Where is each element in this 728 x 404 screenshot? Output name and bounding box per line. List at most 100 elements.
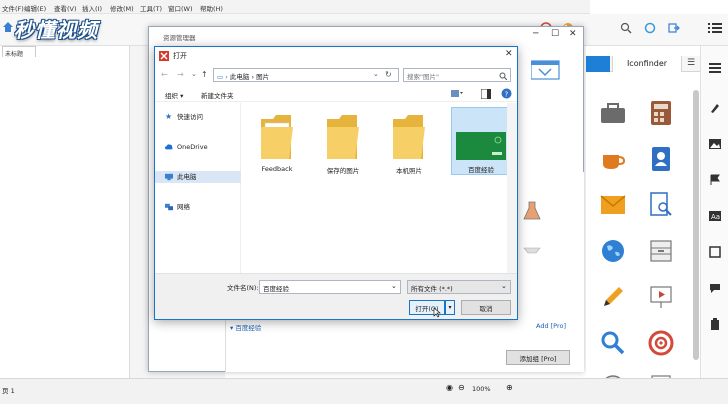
- address-dropdown-icon[interactable]: ⌄: [373, 70, 379, 78]
- file-label: 百度经验: [468, 166, 494, 174]
- minimize-icon[interactable]: ─: [533, 29, 538, 39]
- preview-pane-icon[interactable]: [481, 89, 491, 99]
- up-icon[interactable]: ↑: [201, 70, 208, 79]
- document-search-icon[interactable]: [644, 188, 678, 222]
- view-options-icon[interactable]: [451, 89, 463, 99]
- shape-list-icon[interactable]: [709, 62, 721, 74]
- filename-dropdown-icon[interactable]: ⌄: [391, 282, 397, 290]
- coffee-icon[interactable]: [596, 142, 630, 176]
- status-bar: 页 1 100% ⊖ ⊕ ◉: [0, 378, 728, 404]
- image-icon[interactable]: [709, 138, 721, 150]
- zoom-in-icon[interactable]: ⊕: [506, 383, 513, 392]
- library-tab-active[interactable]: [586, 56, 610, 72]
- briefcase-icon[interactable]: [596, 96, 630, 130]
- folder-saved-pictures[interactable]: 保存的图片: [317, 111, 369, 175]
- menu-modify[interactable]: 修改(M): [110, 3, 134, 13]
- image-thumbnail: [456, 132, 506, 160]
- menu-edit[interactable]: 编辑(E): [24, 3, 46, 13]
- file-list: Feedback 保存的图片 本机照片 百度经验: [241, 103, 509, 273]
- nav-network[interactable]: 网络: [155, 201, 241, 213]
- bullseye-icon[interactable]: [644, 326, 678, 360]
- nav-quick-access[interactable]: ★ 快速访问: [155, 111, 241, 123]
- search-icon[interactable]: [620, 22, 632, 34]
- search-icon[interactable]: [499, 72, 507, 80]
- menu-window[interactable]: 窗口(W): [168, 3, 193, 13]
- add-pro-link[interactable]: Add [Pro]: [536, 322, 566, 330]
- forward-icon[interactable]: →: [177, 70, 184, 79]
- video-watermark: 秒懂视频: [14, 18, 98, 42]
- file-type-select[interactable]: 所有文件 (*.*): [407, 280, 511, 294]
- magnifier-icon[interactable]: [596, 326, 630, 360]
- cloud-icon: [165, 144, 173, 150]
- calculator-icon[interactable]: [644, 96, 678, 130]
- dialog-footer: 文件名(N): 百度经验 ⌄ 所有文件 (*.*) ⌄ 打开(O) ▾ 取消: [155, 273, 517, 319]
- flag-icon[interactable]: [709, 174, 721, 186]
- folder-label: Feedback: [261, 165, 293, 173]
- file-baidu-selected[interactable]: 百度经验: [451, 107, 509, 175]
- dialog-title: 打开: [173, 52, 187, 60]
- text-icon[interactable]: Aa: [709, 210, 721, 222]
- close-icon[interactable]: ✕: [569, 29, 577, 39]
- presentation-icon[interactable]: [644, 280, 678, 314]
- tab-iconfinder[interactable]: Iconfinder: [612, 56, 682, 72]
- layers-icon[interactable]: [709, 246, 721, 258]
- dialog-titlebar: 打开 ✕: [155, 47, 517, 65]
- folder-icon: [393, 115, 425, 159]
- cancel-button[interactable]: 取消: [461, 300, 511, 315]
- zoom-out-icon[interactable]: ⊖: [458, 383, 465, 392]
- contacts-icon[interactable]: [644, 142, 678, 176]
- organize-button[interactable]: 组织 ▾: [165, 90, 183, 100]
- explorer-titlebar: 资源管理器 ─ ☐ ✕: [149, 27, 583, 45]
- new-folder-button[interactable]: 新建文件夹: [201, 90, 234, 100]
- dialog-close-icon[interactable]: ✕: [505, 49, 513, 59]
- clipboard-icon[interactable]: [709, 318, 721, 330]
- maximize-icon[interactable]: ☐: [551, 29, 559, 39]
- nav-this-pc[interactable]: 此电脑: [155, 171, 241, 183]
- menu-tools[interactable]: 工具(T): [140, 3, 162, 13]
- nav-onedrive[interactable]: OneDrive: [155, 141, 241, 153]
- address-bar[interactable]: ▭ › 此电脑 › 图片: [213, 68, 399, 82]
- eye-icon[interactable]: ◉: [446, 383, 453, 392]
- menu-insert[interactable]: 插入(I): [82, 3, 102, 13]
- tree-item-baidu[interactable]: ▾ 百度经验: [230, 322, 261, 332]
- filename-input[interactable]: 百度经验: [259, 280, 401, 294]
- page-tab[interactable]: 页 1: [2, 385, 15, 395]
- folder-feedback[interactable]: Feedback: [251, 111, 303, 173]
- document-tab[interactable]: 未标题: [2, 46, 36, 58]
- recent-icon[interactable]: ⌄: [191, 70, 197, 78]
- mail-icon[interactable]: [596, 188, 630, 222]
- brush-icon[interactable]: [709, 102, 721, 114]
- globe-icon[interactable]: [596, 234, 630, 268]
- folder-icon: [327, 115, 359, 159]
- refresh-address-icon[interactable]: ↻: [385, 70, 392, 79]
- menu-help[interactable]: 帮助(H): [200, 3, 223, 13]
- list-icon[interactable]: [708, 22, 722, 34]
- comment-icon[interactable]: [709, 282, 721, 294]
- folder-icon: [261, 115, 293, 159]
- help-icon[interactable]: ?: [501, 88, 512, 99]
- folder-label: 本机照片: [396, 167, 422, 175]
- export-icon[interactable]: [668, 22, 680, 34]
- pencil-icon[interactable]: [596, 280, 630, 314]
- navigation-pane: ★ 快速访问 OneDrive 此电脑 网络: [155, 103, 241, 273]
- folder-camera-roll[interactable]: 本机照片: [383, 111, 435, 175]
- file-list-scrollbar[interactable]: [507, 103, 517, 273]
- open-dropdown-icon[interactable]: ▾: [445, 300, 455, 315]
- home-icon[interactable]: [2, 21, 14, 33]
- menu-bar: 文件(F) 编辑(E) 查看(V) 插入(I) 修改(M) 工具(T) 窗口(W…: [0, 0, 590, 14]
- flask-icon: [523, 201, 541, 220]
- refresh-icon[interactable]: [644, 22, 656, 34]
- library-menu-icon[interactable]: ☰: [684, 58, 698, 70]
- menu-view[interactable]: 查看(V): [54, 3, 77, 13]
- breadcrumb-pictures[interactable]: 图片: [256, 73, 269, 81]
- file-type-dropdown-icon[interactable]: ⌄: [501, 282, 507, 290]
- breadcrumb-pc[interactable]: 此电脑: [230, 73, 250, 81]
- library-scrollbar[interactable]: [693, 90, 699, 360]
- left-panel: [0, 46, 130, 378]
- add-group-button[interactable]: 添加组 [Pro]: [506, 350, 570, 365]
- archive-icon[interactable]: [644, 234, 678, 268]
- search-input[interactable]: 搜索"图片": [403, 68, 511, 82]
- menu-file[interactable]: 文件(F): [2, 3, 24, 13]
- back-icon[interactable]: ←: [161, 70, 168, 79]
- address-row: ← → ⌄ ↑ ▭ › 此电脑 › 图片 ⌄ ↻ 搜索"图片": [155, 65, 517, 85]
